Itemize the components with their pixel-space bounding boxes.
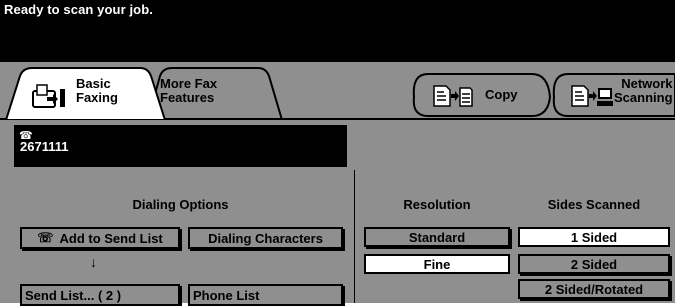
network-line1: Network: [621, 76, 673, 91]
tab-basic-faxing[interactable]: Basic Faxing: [76, 77, 118, 105]
add-to-send-list-button[interactable]: ☏ Add to Send List: [20, 227, 180, 249]
down-arrow-icon: ↓: [90, 254, 97, 270]
sides-2-sided-rotated-button[interactable]: 2 Sided/Rotated: [518, 279, 670, 299]
send-list-label: Send List... ( 2 ): [25, 287, 122, 303]
add-to-send-list-label: Add to Send List: [59, 230, 163, 246]
tab-more-fax-features[interactable]: More Fax Features: [160, 77, 217, 105]
resolution-standard-label: Standard: [408, 229, 466, 245]
tab-more-line2: Features: [160, 90, 215, 105]
resolution-fine-button[interactable]: Fine: [364, 254, 510, 274]
dialing-characters-label: Dialing Characters: [208, 230, 323, 246]
dialing-characters-button[interactable]: Dialing Characters: [188, 227, 343, 249]
phone-number: 2671111: [20, 139, 69, 154]
sides-2-sided-button[interactable]: 2 Sided: [518, 254, 670, 274]
phone-list-label: Phone List: [193, 287, 260, 303]
resolution-standard-button[interactable]: Standard: [364, 227, 510, 247]
status-message: Ready to scan your job.: [4, 2, 153, 17]
dialing-options-title: Dialing Options: [132, 197, 229, 212]
resolution-fine-label: Fine: [423, 256, 451, 272]
sides-scanned-title: Sides Scanned: [547, 197, 641, 212]
sides-2-sided-rotated-label: 2 Sided/Rotated: [544, 281, 644, 297]
resolution-title: Resolution: [403, 197, 471, 212]
sides-1-sided-label: 1 Sided: [570, 229, 618, 245]
tab-more-line1: More Fax: [160, 76, 218, 91]
network-line2: Scanning: [614, 90, 673, 105]
tab-basic-line2: Faxing: [76, 90, 118, 105]
copy-button-label[interactable]: Copy: [485, 87, 518, 102]
network-scanning-button[interactable]: Network Scanning: [614, 77, 673, 105]
sides-2-sided-label: 2 Sided: [570, 256, 618, 272]
telephone-icon: ☏: [37, 230, 54, 245]
tab-basic-line1: Basic: [76, 76, 111, 91]
section-divider: [354, 170, 355, 303]
sides-1-sided-button[interactable]: 1 Sided: [518, 227, 670, 247]
